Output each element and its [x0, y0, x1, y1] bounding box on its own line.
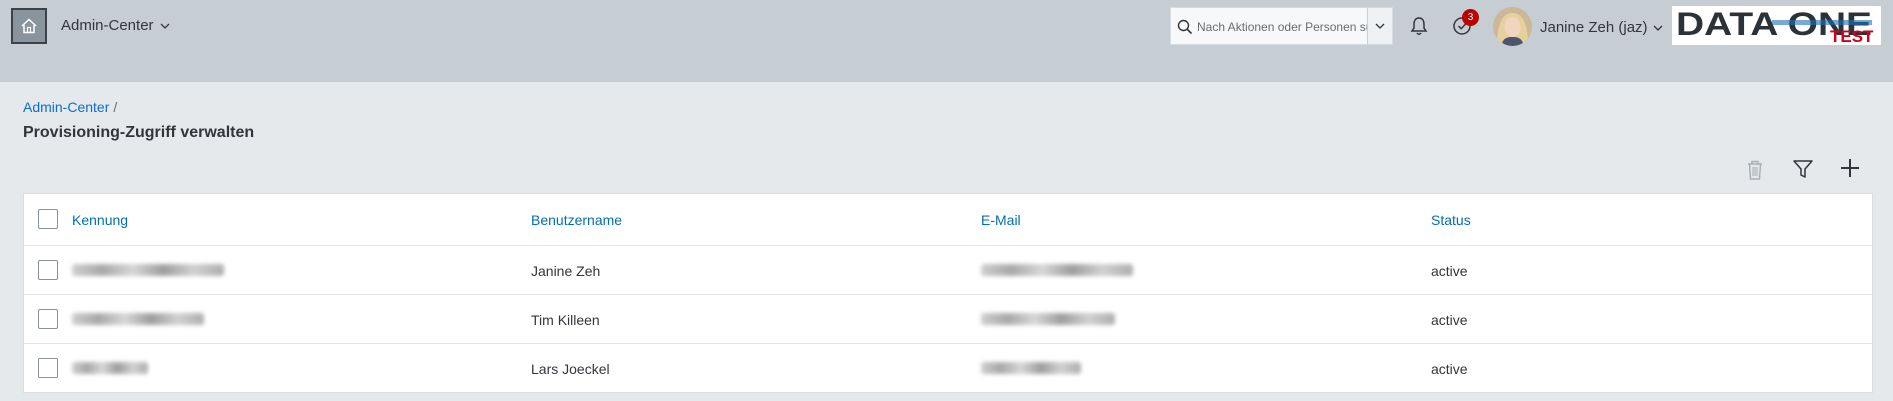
row-checkbox[interactable] [38, 260, 58, 280]
status-cell: active [1431, 361, 1468, 377]
table-row[interactable]: Tim Killeen active [24, 295, 1872, 344]
table-row[interactable]: Janine Zeh active [24, 246, 1872, 295]
home-icon [21, 18, 37, 34]
search-field[interactable]: Nach Aktionen oder Personen suchen [1170, 7, 1393, 45]
data-one-logo: DATA ONE TEST [1672, 6, 1881, 46]
filter-icon[interactable] [1792, 158, 1814, 180]
row-checkbox[interactable] [38, 309, 58, 329]
redacted-email [981, 362, 1081, 374]
select-all-checkbox[interactable] [38, 209, 58, 229]
svg-text:TEST: TEST [1830, 27, 1874, 45]
redacted-email [981, 313, 1115, 325]
search-dropdown-button[interactable] [1367, 8, 1392, 44]
username-cell: Janine Zeh [531, 263, 601, 279]
search-input[interactable]: Nach Aktionen oder Personen suchen [1197, 20, 1367, 34]
page-title: Provisioning-Zugriff verwalten [23, 124, 255, 141]
column-header-benutzername[interactable]: Benutzername [531, 212, 622, 228]
breadcrumb-separator: / [113, 99, 118, 115]
redacted-kennung [72, 362, 148, 374]
chevron-down-icon [1653, 25, 1663, 31]
notification-badge: 3 [1462, 9, 1479, 26]
search-icon [1177, 19, 1193, 35]
user-name: Janine Zeh (jaz) [1540, 19, 1648, 36]
redacted-kennung [72, 313, 204, 325]
status-cell: active [1431, 263, 1468, 279]
provisioning-table: Kennung Benutzername E-Mail Status Janin… [23, 193, 1873, 393]
breadcrumb: Admin-Center / [23, 99, 117, 115]
bell-icon[interactable] [1410, 16, 1428, 36]
column-header-status[interactable]: Status [1431, 212, 1471, 228]
column-header-kennung[interactable]: Kennung [72, 212, 128, 228]
app-switcher-label: Admin-Center [61, 17, 154, 34]
status-cell: active [1431, 312, 1468, 328]
trash-icon[interactable] [1745, 158, 1765, 182]
chevron-down-icon [160, 23, 170, 29]
table-header-row: Kennung Benutzername E-Mail Status [24, 194, 1872, 246]
breadcrumb-link-admin-center[interactable]: Admin-Center [23, 99, 109, 115]
row-checkbox[interactable] [38, 358, 58, 378]
table-row[interactable]: Lars Joeckel active [24, 344, 1872, 393]
user-photo [1493, 7, 1532, 46]
redacted-kennung [72, 264, 224, 276]
chevron-down-icon [1375, 23, 1385, 29]
redacted-email [981, 264, 1133, 276]
add-icon[interactable] [1839, 157, 1861, 179]
username-cell: Lars Joeckel [531, 361, 610, 377]
app-switcher[interactable]: Admin-Center [61, 17, 170, 34]
username-cell: Tim Killeen [531, 312, 600, 328]
column-header-email[interactable]: E-Mail [981, 212, 1021, 228]
top-bar: Admin-Center Nach Aktionen oder Personen… [0, 0, 1893, 82]
user-menu[interactable]: Janine Zeh (jaz) [1540, 19, 1663, 36]
avatar[interactable] [1493, 7, 1532, 46]
home-button[interactable] [11, 8, 47, 44]
company-logo: DATA ONE TEST [1672, 6, 1881, 46]
